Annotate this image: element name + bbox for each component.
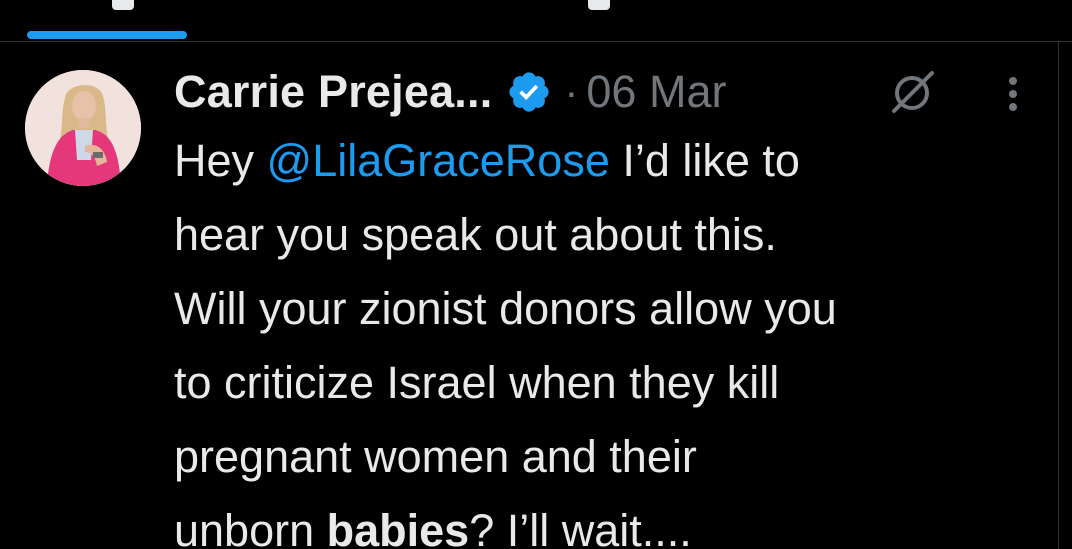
tab-label-fragment[interactable]	[112, 0, 134, 10]
tweet-screen: Carrie Prejea... · 06 Mar Hey @LilaGrace…	[0, 0, 1072, 549]
tweet-text-segment: I’d like to	[609, 135, 800, 186]
separator-dot: ·	[564, 68, 579, 115]
tweet-header: Carrie Prejea... · 06 Mar	[174, 64, 726, 120]
tweet-line: pregnant women and their	[174, 431, 697, 482]
avatar[interactable]	[25, 70, 141, 186]
tweet-text-segment: Hey	[174, 135, 267, 186]
divider	[1058, 42, 1059, 549]
tweet-line: hear you speak out about this.	[174, 209, 777, 260]
bold-text: babies	[326, 505, 470, 549]
tweet-line: unborn babies? I’ll wait....	[174, 494, 1054, 549]
active-tab-indicator	[27, 31, 187, 39]
tweet-text: Hey @LilaGraceRose I’d like to hear you …	[174, 124, 1054, 549]
divider	[0, 41, 1072, 42]
verified-badge-icon	[506, 69, 552, 115]
tweet-line: to criticize Israel when they kill	[174, 357, 780, 408]
mention-link[interactable]: @LilaGraceRose	[267, 135, 610, 186]
tweet-date[interactable]: 06 Mar	[586, 66, 726, 118]
author-name[interactable]: Carrie Prejea...	[174, 66, 492, 118]
tweet-text-segment: ? I’ll wait....	[469, 505, 692, 549]
grok-icon[interactable]	[886, 69, 940, 115]
tweet-line: Will your zionist donors allow you	[174, 283, 837, 334]
more-vertical-icon[interactable]	[998, 74, 1028, 114]
tab-label-fragment[interactable]	[588, 0, 610, 10]
tab-bar	[0, 0, 1072, 42]
tweet-text-segment: unborn	[174, 505, 327, 549]
tweet-line: Hey @LilaGraceRose I’d like to	[174, 124, 1054, 198]
